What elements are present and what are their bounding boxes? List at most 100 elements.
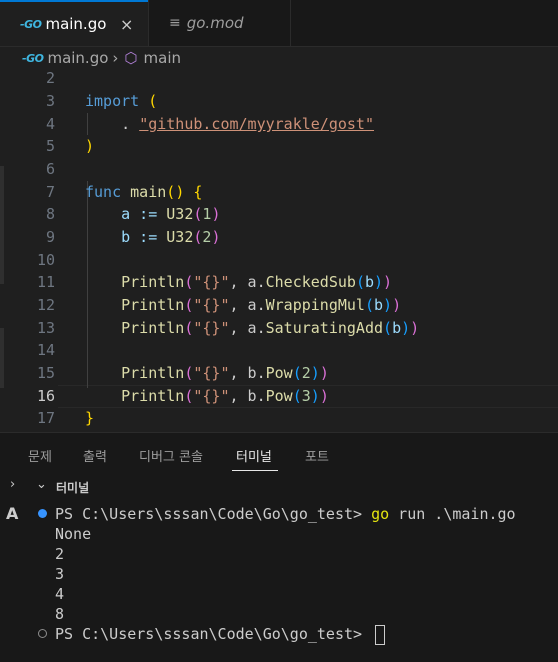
paren: ( bbox=[166, 183, 176, 201]
code-line: 13 Println("{}", a.SaturatingAdd(b)) bbox=[0, 317, 558, 339]
string: "{}" bbox=[193, 364, 230, 382]
terminal-output-line: 8 bbox=[55, 605, 65, 623]
line-number: 8 bbox=[45, 205, 55, 223]
tab-terminal[interactable]: 터미널 bbox=[236, 446, 272, 465]
paren: ) bbox=[319, 387, 329, 405]
brace: } bbox=[85, 409, 95, 427]
line-number: 9 bbox=[45, 228, 55, 246]
line-number: 16 bbox=[36, 387, 55, 405]
text-lines-icon: ≡ bbox=[169, 15, 181, 31]
cube-icon: ⬡ bbox=[124, 49, 138, 67]
keyword-import: import bbox=[85, 92, 140, 110]
arg: b bbox=[374, 296, 384, 314]
line-number: 2 bbox=[45, 70, 55, 87]
terminal-cursor bbox=[375, 624, 386, 645]
paren: ) bbox=[410, 319, 420, 337]
line-number: 3 bbox=[45, 92, 55, 110]
var-decl: b := bbox=[85, 228, 167, 246]
terminal-output-line: None bbox=[55, 525, 92, 543]
paren: ) bbox=[310, 387, 320, 405]
prompt: PS C:\Users\sssan\Code\Go\go_test> bbox=[55, 625, 372, 643]
tab-ports[interactable]: 포트 bbox=[305, 446, 329, 465]
editor-tab-bar: -GO main.go × ≡ go.mod bbox=[0, 0, 558, 47]
string: "{}" bbox=[193, 319, 230, 337]
paren: ( bbox=[355, 273, 365, 291]
breadcrumb-file[interactable]: main.go bbox=[47, 49, 108, 67]
code-line: 2 bbox=[0, 70, 558, 89]
line-number: 7 bbox=[45, 183, 55, 201]
brace: { bbox=[184, 183, 203, 201]
paren: ) bbox=[374, 273, 384, 291]
terminal-section-label: 터미널 bbox=[56, 481, 90, 495]
method: CheckedSub bbox=[265, 273, 356, 291]
var-decl: a := bbox=[85, 205, 167, 223]
call-println: Println bbox=[85, 273, 185, 291]
breadcrumb: -GO main.go › ⬡ main bbox=[0, 46, 558, 70]
method: Pow bbox=[265, 364, 293, 382]
paren: ( bbox=[383, 319, 393, 337]
call-println: Println bbox=[85, 296, 185, 314]
terminal-section-header[interactable]: › ⌄ 터미널 bbox=[0, 474, 558, 500]
code-line: 3 import ( bbox=[0, 90, 558, 112]
tab-main-go[interactable]: -GO main.go × bbox=[0, 0, 148, 46]
method: Pow bbox=[265, 387, 293, 405]
terminal-line: PS C:\Users\sssan\Code\Go\go_test> bbox=[55, 624, 386, 645]
terminal-line: PS C:\Users\sssan\Code\Go\go_test> go ru… bbox=[55, 504, 516, 524]
prompt: PS C:\Users\sssan\Code\Go\go_test> bbox=[55, 505, 372, 523]
string: "{}" bbox=[193, 296, 230, 314]
func-name: main bbox=[130, 183, 167, 201]
paren: ) bbox=[310, 364, 320, 382]
code-line: 7 func main() { bbox=[0, 181, 558, 203]
arg: b bbox=[392, 319, 402, 337]
tab-debug-console[interactable]: 디버그 콘솔 bbox=[139, 446, 203, 465]
code-editor[interactable]: 2 3 import ( 4 . "github.com/myyrakle/go… bbox=[0, 70, 558, 432]
tab-problems[interactable]: 문제 bbox=[28, 446, 52, 465]
code-line: 14 bbox=[0, 339, 558, 361]
paren: ) bbox=[392, 296, 402, 314]
tab-go-mod[interactable]: ≡ go.mod bbox=[148, 0, 291, 46]
line-number: 13 bbox=[36, 319, 55, 337]
chevron-right-icon[interactable]: › bbox=[10, 477, 15, 492]
method: SaturatingAdd bbox=[265, 319, 384, 337]
chevron-down-icon[interactable]: ⌄ bbox=[36, 477, 47, 492]
tab-output[interactable]: 출력 bbox=[83, 446, 107, 465]
call-u32: U32 bbox=[166, 228, 194, 246]
code-line: 6 bbox=[0, 158, 558, 180]
string: "{}" bbox=[193, 273, 230, 291]
line-number: 15 bbox=[36, 364, 55, 382]
line-number: 5 bbox=[45, 137, 55, 155]
command-args: run .\main.go bbox=[389, 505, 516, 523]
terminal[interactable]: PS C:\Users\sssan\Code\Go\go_test> go ru… bbox=[32, 500, 558, 662]
paren: ) bbox=[383, 296, 393, 314]
code-line: 4 . "github.com/myyrakle/gost" bbox=[0, 113, 558, 135]
number: 2 bbox=[301, 364, 311, 382]
active-tab-indicator bbox=[232, 470, 278, 471]
shell-icon[interactable]: A bbox=[6, 504, 26, 524]
breadcrumb-symbol[interactable]: main bbox=[144, 49, 181, 67]
dot-import: . bbox=[85, 115, 140, 133]
line-number: 10 bbox=[36, 251, 55, 269]
keyword-func: func bbox=[85, 183, 131, 201]
receiver: , a. bbox=[229, 273, 266, 291]
go-file-icon: -GO bbox=[22, 51, 44, 65]
terminal-output-line: 3 bbox=[55, 565, 65, 583]
tab-label: go.mod bbox=[186, 14, 244, 32]
paren: ) bbox=[401, 319, 411, 337]
code-line: 16 Println("{}", b.Pow(3)) bbox=[0, 385, 558, 407]
tab-label: main.go bbox=[45, 15, 107, 33]
code-line: 17 } bbox=[0, 407, 558, 429]
string: "{}" bbox=[193, 387, 230, 405]
import-path-link[interactable]: "github.com/myyrakle/gost" bbox=[139, 115, 374, 133]
close-icon[interactable]: × bbox=[120, 15, 133, 34]
call-println: Println bbox=[85, 364, 185, 382]
terminal-output-line: 2 bbox=[55, 545, 65, 563]
code-line: 10 bbox=[0, 249, 558, 271]
code-line: 9 b := U32(2) bbox=[0, 226, 558, 248]
line-number: 17 bbox=[36, 409, 55, 427]
receiver: , b. bbox=[229, 364, 266, 382]
line-number: 6 bbox=[45, 160, 55, 178]
command-success-icon[interactable] bbox=[38, 509, 47, 518]
receiver: , a. bbox=[229, 296, 266, 314]
code-line: 15 Println("{}", b.Pow(2)) bbox=[0, 362, 558, 384]
command-pending-icon[interactable] bbox=[38, 629, 47, 638]
